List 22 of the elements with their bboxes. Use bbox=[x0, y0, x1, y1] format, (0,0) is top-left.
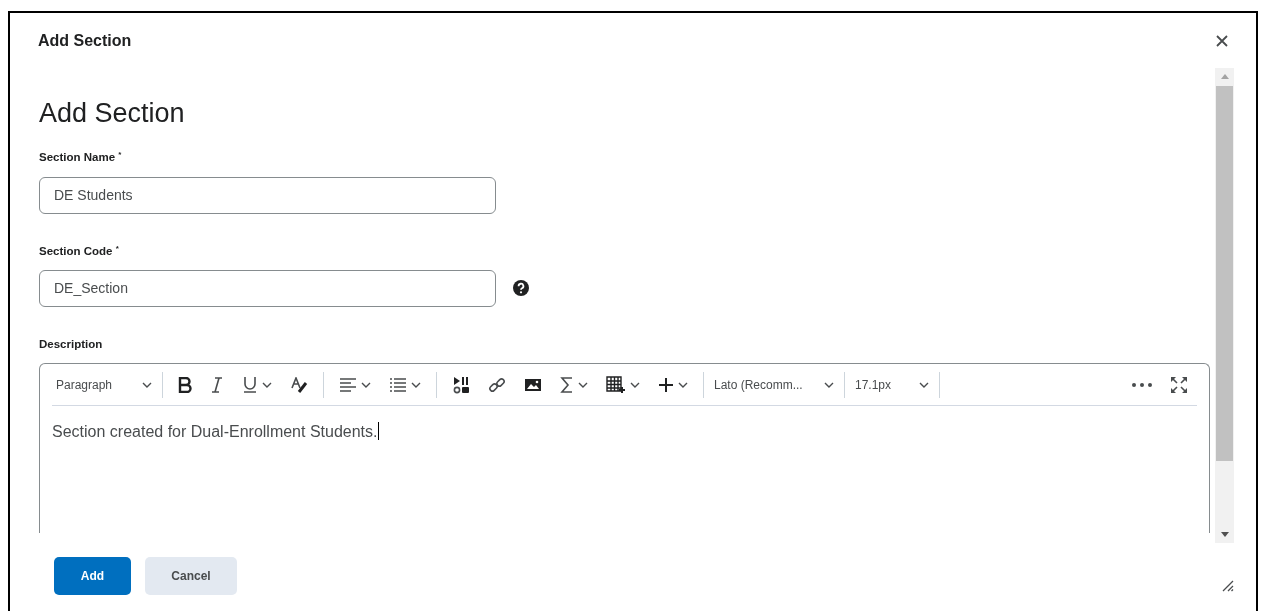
font-size-dropdown[interactable]: 17.1px bbox=[851, 375, 933, 394]
caret-icon bbox=[919, 381, 929, 388]
cancel-button[interactable]: Cancel bbox=[145, 557, 237, 595]
input-field[interactable]: DE Students bbox=[39, 176, 496, 214]
field-label: Description bbox=[39, 336, 104, 352]
page-heading: Add Section bbox=[39, 97, 186, 130]
caret-icon bbox=[824, 381, 834, 388]
resize-grip-icon[interactable] bbox=[1222, 580, 1234, 592]
help-icon[interactable] bbox=[513, 280, 529, 297]
font-family-dropdown[interactable]: Lato (Recomm... bbox=[710, 375, 838, 394]
scrollbar[interactable] bbox=[1215, 68, 1234, 543]
block-format-dropdown[interactable]: Paragraph bbox=[52, 375, 156, 394]
caret-icon bbox=[142, 381, 152, 388]
close-icon[interactable] bbox=[1216, 35, 1228, 47]
field-label: Section Code $^{*}$ bbox=[39, 242, 120, 259]
scrollbar-thumb[interactable] bbox=[1216, 86, 1233, 461]
field-label: Section Name $^{*}$ bbox=[39, 149, 123, 166]
dialog-title: Add Section bbox=[38, 31, 132, 51]
add-button[interactable]: Add bbox=[54, 557, 131, 595]
editor-text: Section created for Dual-Enrollment Students. bbox=[52, 423, 378, 441]
rich-text-editor[interactable]: Paragraph Lato (Recomm... 17.1px Section created for Dual-Enrollment Students. bbox=[39, 363, 1210, 534]
input-field[interactable]: DE_Section bbox=[39, 269, 496, 307]
